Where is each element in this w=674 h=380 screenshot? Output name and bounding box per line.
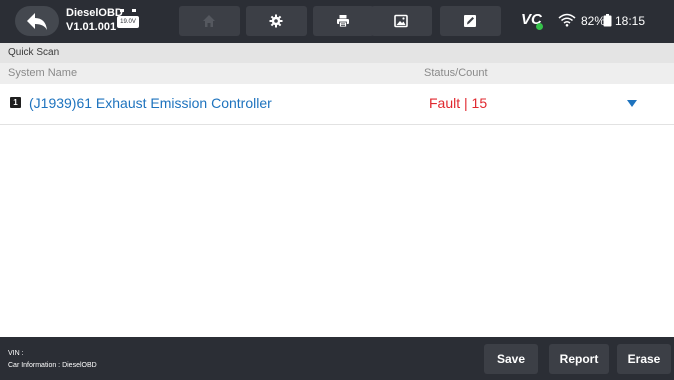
app-name: DieselOBD (66, 7, 123, 19)
back-button[interactable] (15, 6, 59, 36)
home-icon (203, 15, 215, 27)
bottom-bar: VIN : Car Information : DieselOBD Save R… (0, 337, 674, 380)
edit-icon (464, 15, 476, 27)
top-bar: DieselOBD V1.01.001 - 19.0V VC 82% 18:15 (0, 0, 674, 43)
battery-voltage: 19.0V (117, 16, 139, 28)
erase-button[interactable]: Erase (617, 344, 671, 374)
column-header-status-count: Status/Count (424, 67, 488, 79)
page-title-bar: Quick Scan (0, 43, 674, 63)
vci-connected-indicator (536, 23, 543, 30)
back-arrow-icon (27, 13, 47, 30)
column-header-system-name: System Name (8, 67, 78, 79)
expand-arrow-icon[interactable] (626, 99, 638, 108)
clock: 18:15 (615, 14, 646, 28)
app-version: V1.01.001 (66, 21, 117, 33)
table-row[interactable]: 1 (J1939)61 Exhaust Emission Controller … (0, 84, 674, 125)
vin-label: VIN : (8, 350, 24, 357)
page-title: Quick Scan (8, 47, 60, 58)
settings-button[interactable] (246, 6, 307, 36)
battery-percentage: 82% (581, 14, 606, 28)
report-button[interactable]: Report (549, 344, 609, 374)
quick-scan-screen: DieselOBD V1.01.001 - 19.0V VC 82% 18:15… (0, 0, 674, 380)
status-count: Fault | 15 (429, 95, 488, 111)
gear-icon (269, 14, 283, 28)
edit-button[interactable] (440, 6, 501, 36)
row-index-badge: 1 (10, 97, 21, 108)
battery-icon (603, 14, 612, 27)
print-button[interactable] (313, 6, 374, 36)
system-name: (J1939)61 Exhaust Emission Controller (29, 95, 272, 111)
home-button[interactable] (179, 6, 240, 36)
wifi-icon (558, 13, 576, 27)
screenshot-button[interactable] (371, 6, 432, 36)
printer-icon (337, 15, 349, 28)
image-icon (394, 14, 408, 28)
car-information: Car Information : DieselOBD (8, 362, 97, 369)
save-button[interactable]: Save (484, 344, 538, 374)
table-header: System Name Status/Count (0, 63, 674, 84)
